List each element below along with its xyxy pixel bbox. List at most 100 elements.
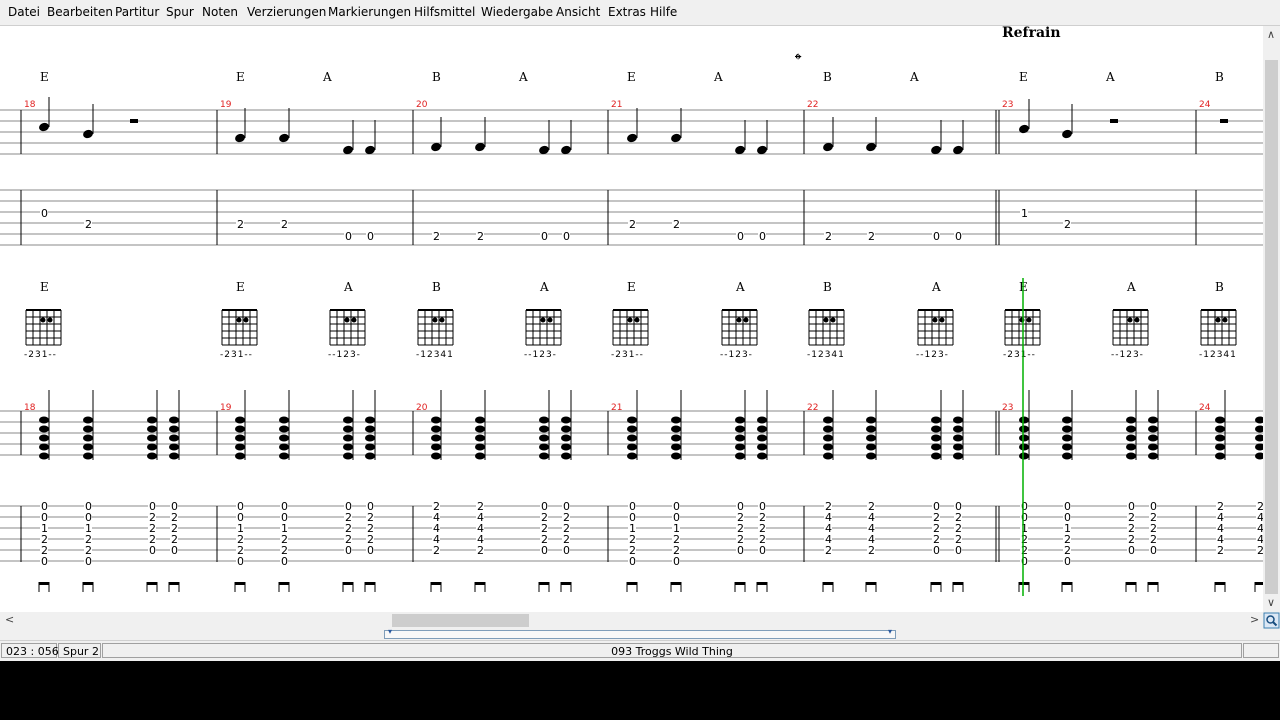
tab-fret-number: 0 — [933, 544, 940, 557]
menu-item-ansicht[interactable]: Ansicht — [556, 5, 600, 19]
tab-fret-number: 0 — [737, 230, 744, 243]
chord-note-head — [931, 443, 941, 451]
chord-fingering: -12341 — [1199, 350, 1237, 360]
measure-number: 20 — [416, 100, 428, 110]
chord-note-head — [953, 443, 963, 451]
chord-note-head — [823, 452, 833, 460]
chord-note-head — [475, 434, 485, 442]
note-head[interactable] — [1061, 129, 1073, 140]
menu-item-datei[interactable]: Datei — [8, 5, 40, 19]
note-head[interactable] — [234, 133, 246, 144]
chord-note-head — [39, 452, 49, 460]
chord-name: E — [40, 280, 49, 294]
chord-note-head — [365, 452, 375, 460]
chord-note-head — [671, 452, 681, 460]
rhythm-mark — [365, 582, 375, 585]
chord-diagram — [417, 309, 454, 346]
menu-item-verzierungen[interactable]: Verzierungen — [247, 5, 326, 19]
rhythm-mark — [757, 582, 767, 585]
track-start-marker-icon[interactable]: ▾ — [388, 627, 392, 636]
chord-note-head — [343, 416, 353, 424]
chord-note-head — [1019, 434, 1029, 442]
chord-note-head — [1148, 434, 1158, 442]
note-head[interactable] — [38, 122, 50, 133]
tab-fret-number: 0 — [759, 544, 766, 557]
chord-note-head — [1062, 443, 1072, 451]
chord-diagram — [721, 309, 758, 346]
menu-item-wiedergabe[interactable]: Wiedergabe — [481, 5, 553, 19]
scroll-left-icon[interactable]: < — [5, 613, 14, 626]
vertical-scroll-thumb[interactable] — [1265, 60, 1278, 594]
chord-note-head — [235, 416, 245, 424]
note-head[interactable] — [82, 129, 94, 140]
track-range-selector[interactable]: ▾ ▾ — [384, 627, 896, 639]
scroll-right-icon[interactable]: > — [1250, 613, 1259, 626]
note-head[interactable] — [626, 133, 638, 144]
chord-note-head — [931, 425, 941, 433]
chord-note-head — [1255, 443, 1263, 451]
tab-fret-number: 0 — [673, 555, 680, 568]
tab-fret-number: 0 — [1064, 555, 1071, 568]
chord-note-head — [1126, 443, 1136, 451]
chord-note-head — [431, 434, 441, 442]
tab-fret-number: 0 — [85, 555, 92, 568]
chord-diagram — [808, 309, 845, 346]
note-head[interactable] — [1018, 124, 1030, 135]
chord-note-head — [561, 416, 571, 424]
track-end-marker-icon[interactable]: ▾ — [888, 627, 892, 636]
chord-note-head — [343, 452, 353, 460]
menu-item-markierungen[interactable]: Markierungen — [328, 5, 411, 19]
chord-note-head — [235, 443, 245, 451]
chord-note-head — [1019, 452, 1029, 460]
rhythm-mark — [735, 582, 745, 585]
chord-name: E — [236, 280, 245, 294]
menu-item-noten[interactable]: Noten — [202, 5, 238, 19]
chord-note-head — [1215, 452, 1225, 460]
chord-note-head — [279, 425, 289, 433]
chord-note-head — [169, 443, 179, 451]
menu-item-spur[interactable]: Spur — [166, 5, 194, 19]
tab-fret-number: 2 — [868, 544, 875, 557]
chord-diagram — [1200, 309, 1237, 346]
tab-fret-number: 0 — [345, 544, 352, 557]
menu-item-partitur[interactable]: Partitur — [115, 5, 159, 19]
tab-fret-number: 0 — [737, 544, 744, 557]
rhythm-mark — [431, 582, 441, 585]
zoom-button[interactable] — [1263, 612, 1280, 629]
chord-fingering: -231-- — [611, 350, 644, 360]
chord-note-head — [757, 416, 767, 424]
scroll-down-icon[interactable]: ∨ — [1267, 596, 1275, 609]
chord-name: A — [1126, 280, 1136, 294]
chord-fingering: --123- — [1111, 350, 1144, 360]
rhythm-mark — [83, 582, 93, 585]
measure-number: 23 — [1002, 403, 1013, 413]
menu-item-bearbeiten[interactable]: Bearbeiten — [47, 5, 113, 19]
horizontal-scroll-thumb[interactable] — [392, 614, 529, 627]
chord-note-head — [1126, 425, 1136, 433]
note-head[interactable] — [670, 133, 682, 144]
menu-item-hilfe[interactable]: Hilfe — [650, 5, 677, 19]
score-view[interactable]: Refrain 𝄌 E E A B A E A B A E A B 18 19 20 21 22 23 24 0 2 2 2 0 0… — [0, 26, 1263, 612]
chord-note-head — [866, 443, 876, 451]
menu-item-extras[interactable]: Extras — [608, 5, 646, 19]
horizontal-scrollbar[interactable]: < > — [0, 612, 1263, 629]
tab-fret-number: 2 — [433, 544, 440, 557]
tab-fret-number: 0 — [149, 544, 156, 557]
chord-note-head — [539, 452, 549, 460]
menu-item-hilfsmittel[interactable]: Hilfsmittel — [414, 5, 475, 19]
chord-note-head — [431, 443, 441, 451]
note-head[interactable] — [278, 133, 290, 144]
chord-diagram — [329, 309, 366, 346]
tab-fret-number: 2 — [868, 230, 875, 243]
chord-fingering: -12341 — [807, 350, 845, 360]
chord-note-head — [671, 443, 681, 451]
vertical-scrollbar[interactable]: ∧ ∨ — [1263, 26, 1280, 612]
chord-note-head — [671, 416, 681, 424]
scroll-up-icon[interactable]: ∧ — [1267, 28, 1275, 41]
tab-fret-number: 0 — [1021, 555, 1028, 568]
chord-note-head — [1126, 434, 1136, 442]
chord-diagram — [917, 309, 954, 346]
chord-note-head — [343, 425, 353, 433]
rhythm-mark — [147, 582, 157, 585]
chord-note-head — [83, 443, 93, 451]
